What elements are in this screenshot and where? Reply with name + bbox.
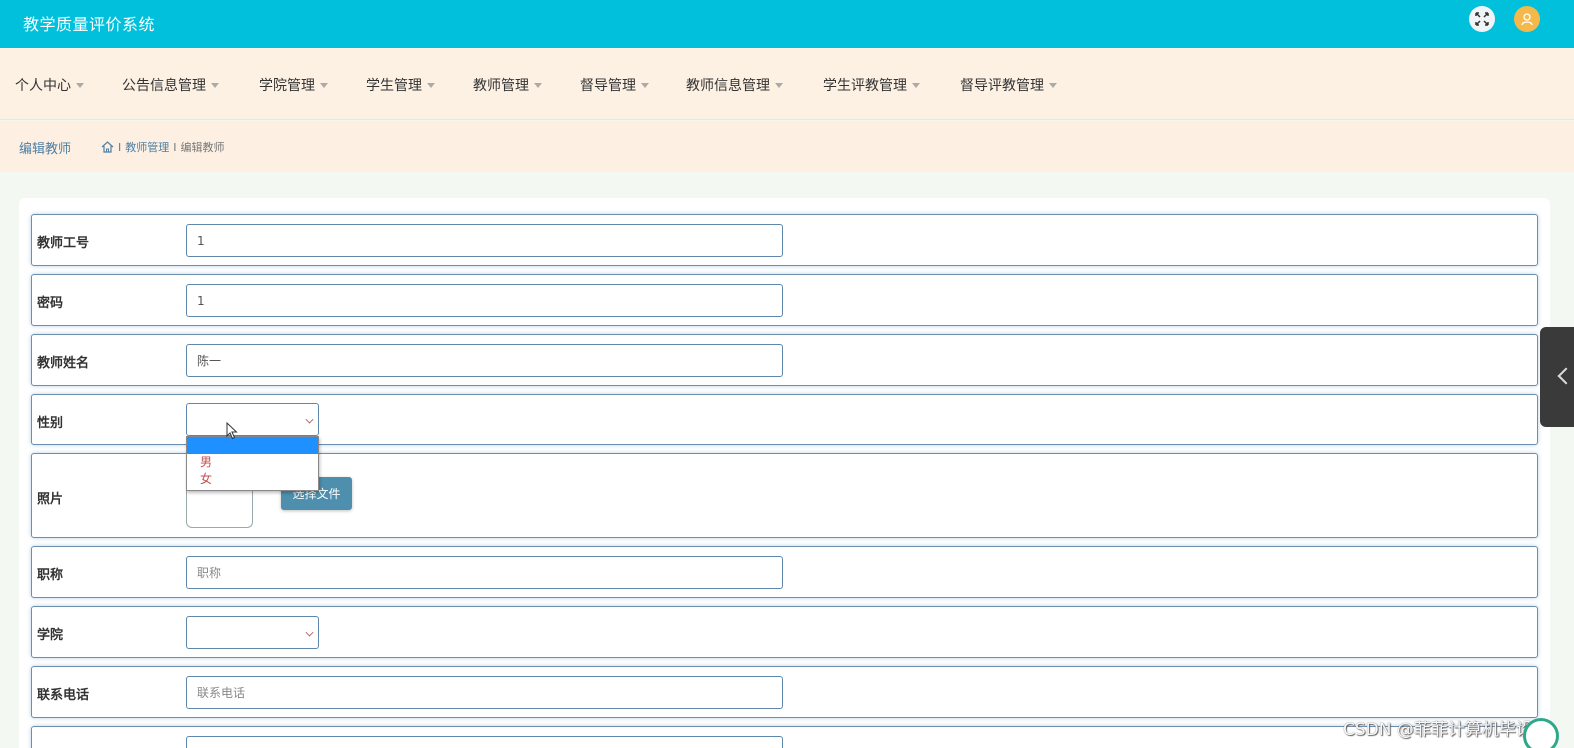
nav-item-supervisor-evaluation[interactable]: 督导评教管理: [960, 75, 1057, 95]
teacher-id-label: 教师工号: [37, 236, 90, 251]
chevron-down-icon: [305, 628, 314, 637]
breadcrumb-current: 编辑教师: [180, 141, 225, 154]
form-row-teacher-id: 教师工号: [31, 214, 1538, 266]
form-row-teacher-name: 教师姓名: [31, 334, 1538, 386]
caret-down-icon: [1049, 82, 1057, 88]
page-title: 编辑教师: [19, 142, 72, 157]
gender-option-male[interactable]: 男: [187, 454, 318, 471]
nav-item-label: 学生评教管理: [823, 78, 907, 94]
password-input[interactable]: [186, 284, 783, 317]
chevron-left-icon: [1557, 367, 1574, 385]
fullscreen-button[interactable]: [1469, 6, 1495, 32]
watermark: CSDN @菲菲计算机毕设: [1343, 720, 1533, 740]
form-row-next: [31, 726, 1538, 748]
job-title-input[interactable]: [186, 556, 783, 589]
top-header: 教学质量评价系统: [0, 0, 1574, 48]
photo-preview: [186, 488, 253, 528]
teacher-name-label: 教师姓名: [37, 356, 90, 371]
nav-item-label: 教师管理: [473, 78, 529, 94]
caret-down-icon: [76, 82, 84, 88]
side-panel-toggle[interactable]: [1540, 327, 1574, 427]
breadcrumb-separator: I: [118, 140, 122, 154]
nav-item-student[interactable]: 学生管理: [366, 75, 435, 95]
form-row-password: 密码: [31, 274, 1538, 326]
gender-option-female[interactable]: 女: [187, 471, 318, 488]
main-nav: 个人中心 公告信息管理 学院管理 学生管理 教师管理 督导管理 教师信息管理 学…: [0, 48, 1574, 120]
college-select[interactable]: [186, 616, 319, 649]
nav-item-college[interactable]: 学院管理: [259, 75, 328, 95]
password-label: 密码: [37, 296, 64, 311]
next-input[interactable]: [186, 736, 783, 748]
home-icon[interactable]: [101, 141, 114, 153]
teacher-name-input[interactable]: [186, 344, 783, 377]
gender-dropdown-list: 男 女: [186, 436, 319, 491]
caret-down-icon: [534, 82, 542, 88]
breadcrumb-separator: I: [173, 140, 177, 154]
help-icon[interactable]: [1523, 718, 1559, 748]
nav-item-supervisor[interactable]: 督导管理: [580, 75, 649, 95]
nav-item-label: 学生管理: [366, 78, 422, 94]
app-title: 教学质量评价系统: [23, 15, 156, 34]
nav-item-announcement[interactable]: 公告信息管理: [122, 75, 219, 95]
phone-input[interactable]: [186, 676, 783, 709]
college-label: 学院: [37, 628, 64, 643]
nav-item-label: 督导管理: [580, 78, 636, 94]
breadcrumb: I 教师管理 I 编辑教师: [101, 139, 225, 155]
caret-down-icon: [912, 82, 920, 88]
caret-down-icon: [320, 82, 328, 88]
gender-option-empty[interactable]: [187, 437, 318, 454]
gender-select[interactable]: [186, 403, 319, 436]
photo-label: 照片: [37, 492, 64, 507]
nav-item-label: 个人中心: [15, 78, 71, 94]
nav-item-label: 公告信息管理: [122, 78, 206, 94]
breadcrumb-link-teacher-mgmt[interactable]: 教师管理: [125, 139, 169, 155]
nav-item-label: 督导评教管理: [960, 78, 1044, 94]
user-avatar-icon: [1521, 13, 1533, 26]
caret-down-icon: [427, 82, 435, 88]
nav-item-personal-center[interactable]: 个人中心: [15, 75, 84, 95]
chevron-down-icon: [305, 415, 314, 424]
form-row-college: 学院: [31, 606, 1538, 658]
breadcrumb-bar: 编辑教师 I 教师管理 I 编辑教师: [0, 121, 1574, 172]
form-row-phone: 联系电话: [31, 666, 1538, 718]
nav-item-teacher[interactable]: 教师管理: [473, 75, 542, 95]
nav-item-label: 教师信息管理: [686, 78, 770, 94]
form-row-job-title: 职称: [31, 546, 1538, 598]
caret-down-icon: [641, 82, 649, 88]
teacher-id-input[interactable]: [186, 224, 783, 257]
nav-item-teacher-info[interactable]: 教师信息管理: [686, 75, 783, 95]
phone-label: 联系电话: [37, 688, 90, 703]
user-avatar-button[interactable]: [1514, 6, 1540, 32]
nav-item-label: 学院管理: [259, 78, 315, 94]
caret-down-icon: [211, 82, 219, 88]
gender-label: 性别: [37, 416, 64, 431]
mouse-cursor-icon: [226, 422, 238, 440]
caret-down-icon: [775, 82, 783, 88]
nav-item-student-evaluation[interactable]: 学生评教管理: [823, 75, 920, 95]
job-title-label: 职称: [37, 568, 64, 583]
fullscreen-icon: [1475, 12, 1489, 26]
